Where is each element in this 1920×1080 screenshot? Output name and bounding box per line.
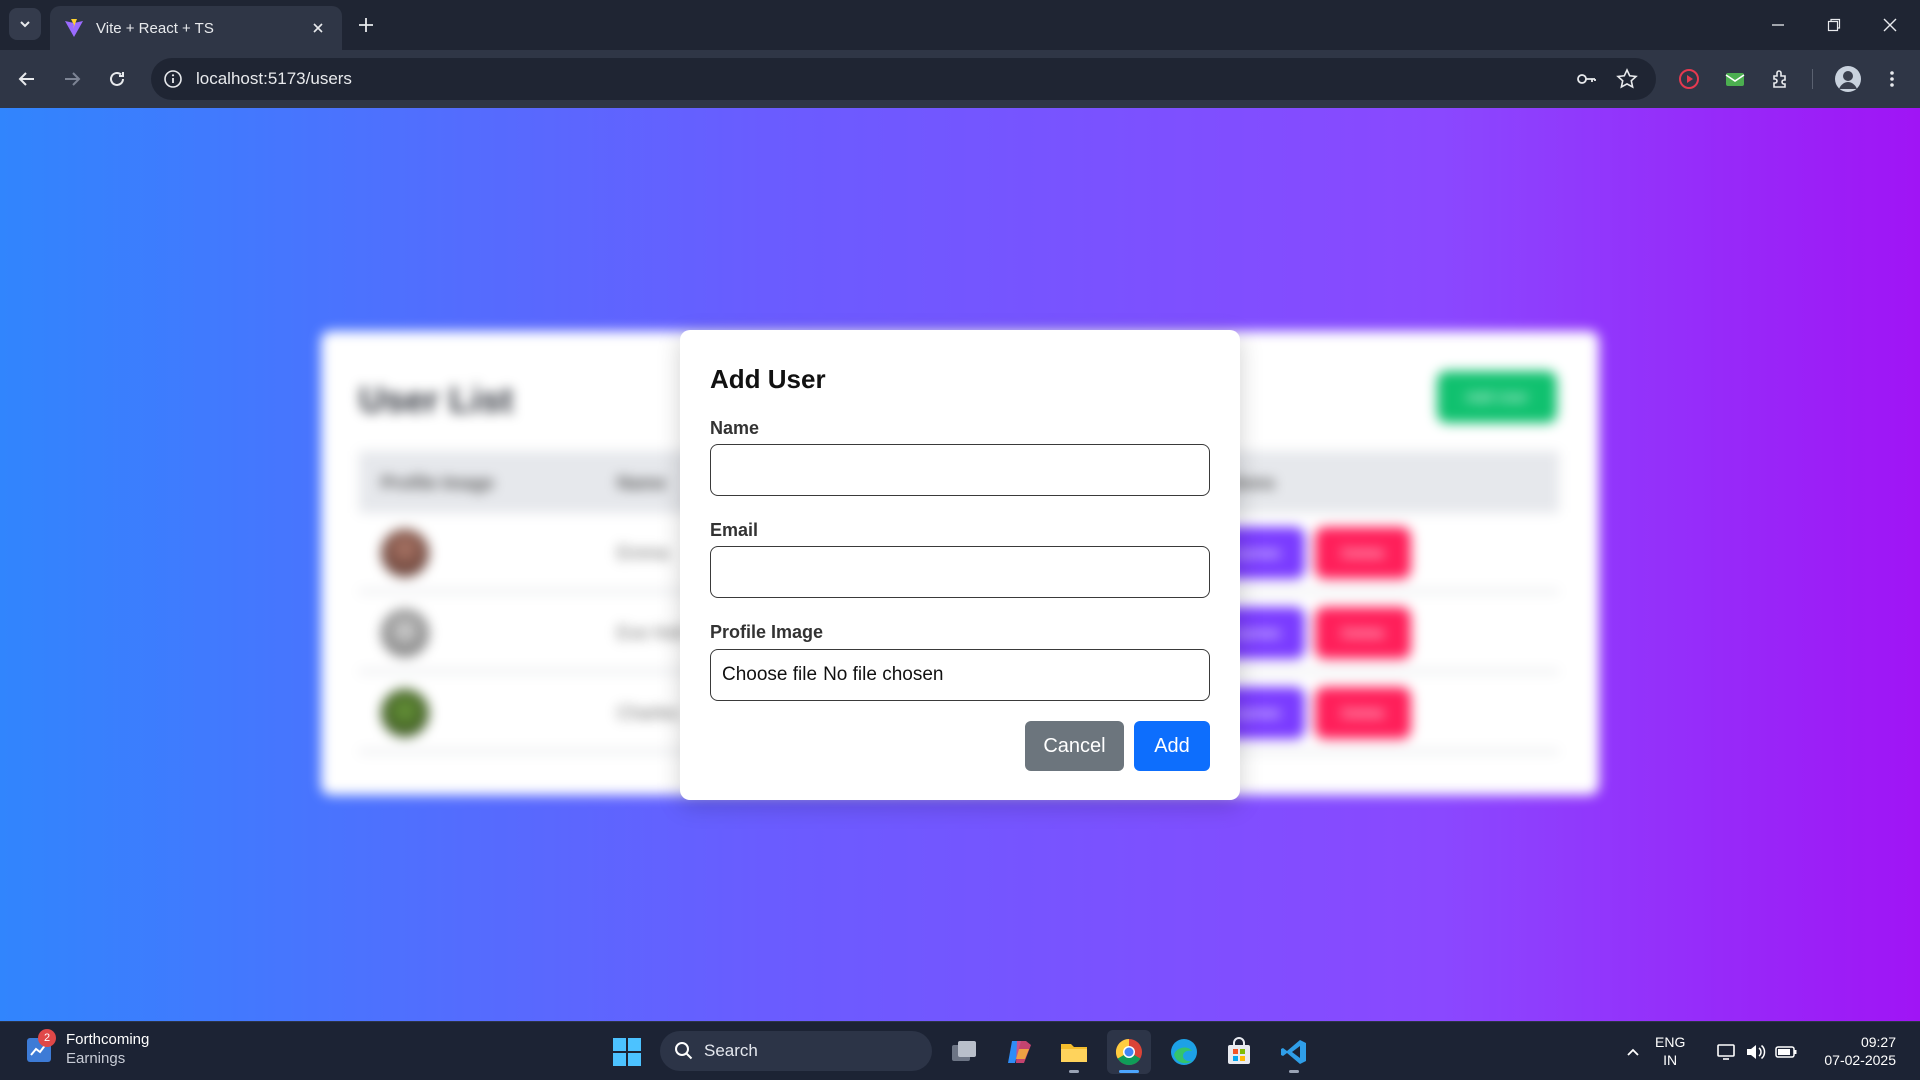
clock-date: 07-02-2025 (1824, 1052, 1896, 1068)
browser-tab-bar: Vite + React + TS (0, 0, 1920, 50)
language-indicator[interactable]: ENG IN (1655, 1033, 1685, 1069)
recorder-extension-icon[interactable] (1673, 63, 1705, 95)
avatar (381, 529, 429, 577)
file-status-text: No file chosen (823, 664, 944, 685)
file-explorer-icon[interactable] (1052, 1030, 1096, 1074)
close-icon (1883, 18, 1897, 32)
widgets-button[interactable]: 2 Forthcoming Earnings (24, 1029, 150, 1068)
url-text[interactable]: localhost:5173/users (196, 69, 352, 89)
vite-logo-icon (65, 19, 83, 37)
delete-button[interactable]: Delete (1315, 607, 1411, 659)
chrome-icon[interactable] (1107, 1030, 1151, 1074)
active-indicator (1119, 1070, 1139, 1073)
extensions-puzzle-icon[interactable] (1765, 63, 1797, 95)
vscode-icon[interactable] (1272, 1030, 1316, 1074)
plus-icon (359, 18, 373, 32)
windows-taskbar: 2 Forthcoming Earnings Search ENG IN 09:… (0, 1021, 1920, 1080)
name-label: Name (710, 418, 760, 438)
name-input[interactable] (710, 444, 1210, 496)
tab-close-icon[interactable] (308, 18, 328, 38)
add-user-modal: Add User Name Email Profile Image Choose… (680, 330, 1240, 800)
modal-title: Add User (710, 364, 826, 394)
reload-icon (110, 71, 124, 86)
forward-button[interactable] (56, 63, 88, 95)
page-viewport: User List Add User Profile Image Name Ac… (0, 108, 1920, 1021)
taskbar-search[interactable]: Search (660, 1031, 932, 1071)
edge-icon[interactable] (1162, 1030, 1206, 1074)
stock-chart-icon: 2 (24, 1029, 56, 1065)
start-button[interactable] (605, 1030, 649, 1074)
email-label: Email (710, 520, 759, 540)
user-name: Emma (617, 543, 670, 563)
notification-badge: 2 (38, 1029, 56, 1047)
language-code: ENG (1655, 1034, 1686, 1050)
column-header: Name (617, 473, 667, 493)
tab-title: Vite + React + TS (96, 19, 214, 37)
network-icon[interactable] (1714, 1022, 1740, 1080)
browser-tab[interactable]: Vite + React + TS (50, 6, 342, 50)
search-label: Search (704, 1041, 758, 1060)
region-code: IN (1663, 1052, 1678, 1068)
user-name: Charles (617, 703, 680, 723)
minimize-button[interactable] (1750, 0, 1806, 50)
task-view-icon[interactable] (942, 1030, 986, 1074)
address-bar[interactable]: localhost:5173/users (151, 58, 1656, 100)
running-indicator (1289, 1070, 1299, 1073)
column-header: Profile Image (381, 473, 495, 493)
minimize-icon (1772, 24, 1784, 26)
more-menu-icon[interactable] (1876, 63, 1908, 95)
show-hidden-icons-button[interactable] (1618, 1022, 1648, 1080)
widget-subtitle: Earnings (66, 1050, 126, 1067)
search-icon (675, 1042, 693, 1060)
close-window-button[interactable] (1862, 0, 1918, 50)
system-clock[interactable]: 09:27 07-02-2025 (1810, 1033, 1896, 1069)
user-list-title: User List (359, 379, 514, 420)
profile-image-label: Profile Image (710, 622, 824, 642)
windows-logo-icon (613, 1038, 641, 1066)
delete-button[interactable]: Delete (1315, 527, 1411, 579)
clock-time: 09:27 (1860, 1034, 1896, 1050)
add-button[interactable]: Add (1134, 721, 1210, 771)
avatar (381, 689, 429, 737)
chevron-up-icon (1627, 1048, 1639, 1056)
add-user-button[interactable]: Add User (1437, 371, 1557, 423)
copilot-icon[interactable] (997, 1030, 1041, 1074)
volume-icon[interactable] (1743, 1022, 1769, 1080)
toolbar-divider (1812, 69, 1813, 89)
browser-toolbar: localhost:5173/users (0, 50, 1920, 108)
restore-button[interactable] (1806, 0, 1862, 50)
widget-title: Forthcoming (66, 1031, 150, 1048)
battery-icon[interactable] (1772, 1022, 1800, 1080)
user-name: Eve Holt (617, 623, 686, 643)
arrow-right-icon (65, 72, 81, 86)
cancel-button[interactable]: Cancel (1025, 721, 1124, 771)
new-tab-button[interactable] (352, 11, 380, 39)
profile-image-file-input[interactable]: Choose file No file chosen (710, 649, 1210, 701)
back-button[interactable] (11, 63, 43, 95)
profile-avatar[interactable] (1832, 63, 1864, 95)
reload-button[interactable] (101, 63, 133, 95)
email-input[interactable] (710, 546, 1210, 598)
site-info-icon[interactable] (160, 66, 186, 92)
password-key-icon[interactable] (1573, 66, 1599, 92)
arrow-left-icon (18, 72, 34, 86)
chevron-down-icon (20, 21, 30, 28)
running-indicator (1069, 1070, 1079, 1073)
mail-extension-icon[interactable] (1719, 63, 1751, 95)
choose-file-button[interactable]: Choose file (722, 664, 817, 686)
bookmark-star-icon[interactable] (1614, 66, 1640, 92)
restore-icon (1827, 18, 1841, 32)
microsoft-store-icon[interactable] (1217, 1030, 1261, 1074)
tab-search-button[interactable] (9, 8, 41, 40)
delete-button[interactable]: Delete (1315, 687, 1411, 739)
avatar (381, 609, 429, 657)
